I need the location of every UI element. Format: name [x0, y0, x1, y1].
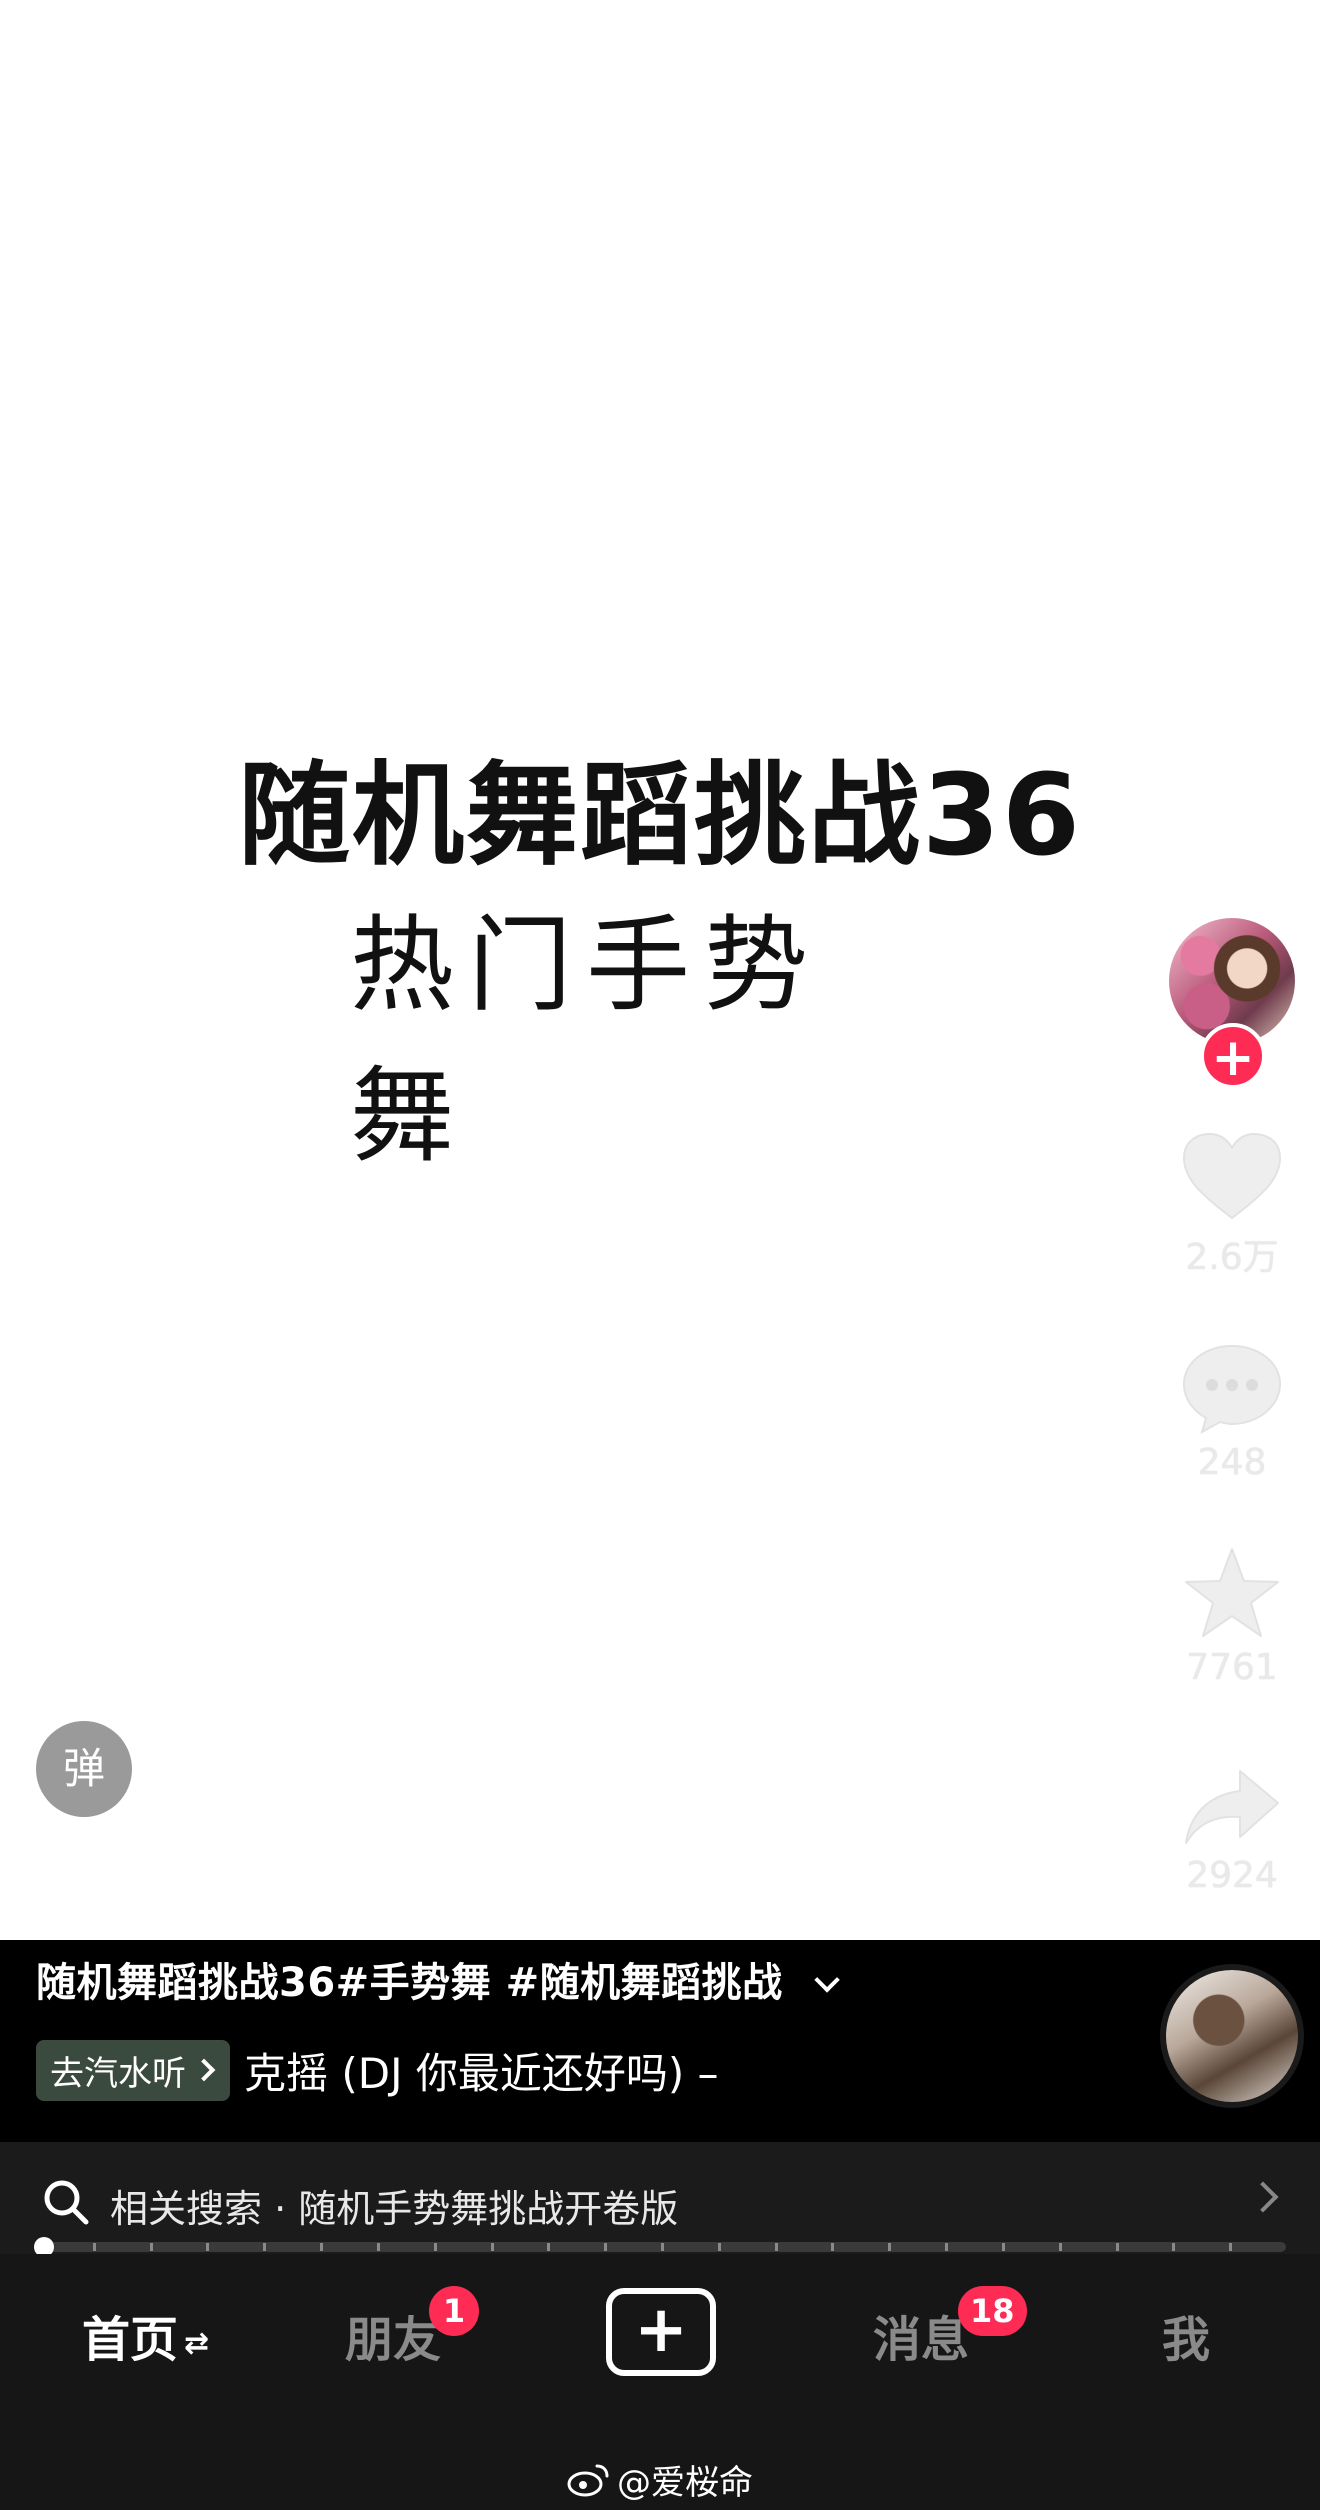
- danmaku-toggle-button[interactable]: 弹: [36, 1721, 132, 1817]
- progress-segment-tick: [774, 2243, 778, 2251]
- related-search-text[interactable]: 相关搜索 · 随机手势舞挑战开卷版: [110, 2178, 678, 2233]
- friends-badge: 1: [429, 2286, 479, 2336]
- progress-segment-tick: [1172, 2243, 1176, 2251]
- music-title[interactable]: 克摇 (DJ 你最近还好吗) –: [244, 2040, 719, 2101]
- video-caption[interactable]: 随机舞蹈挑战36#手势舞 #随机舞蹈挑战: [36, 1950, 840, 2008]
- progress-segment-tick: [717, 2243, 721, 2251]
- progress-segment-tick: [1001, 2243, 1005, 2251]
- progress-segment-tick: [661, 2243, 664, 2251]
- comment-count: 248: [1197, 1442, 1267, 1483]
- swap-icon: ⇄: [184, 2325, 210, 2361]
- comment-icon: [1182, 1344, 1282, 1435]
- tab-me-label: 我: [1162, 2312, 1211, 2368]
- listen-in-app-label: 去汽水听: [50, 2053, 186, 2094]
- like-count: 2.6万: [1185, 1237, 1279, 1278]
- heart-icon: [1182, 1132, 1282, 1220]
- progress-segment-tick: [376, 2243, 380, 2251]
- progress-segment-tick: [320, 2243, 324, 2251]
- tab-messages[interactable]: 消息: [873, 2300, 969, 2370]
- progress-segment-tick: [604, 2243, 608, 2251]
- progress-segment-tick: [263, 2243, 267, 2251]
- progress-segment-tick: [490, 2243, 494, 2251]
- share-icon: [1185, 1770, 1279, 1844]
- progress-segment-tick: [206, 2243, 210, 2251]
- video-player[interactable]: 随机舞蹈挑战36 热门手势舞: [0, 0, 1320, 1940]
- video-subtitle-text: 热门手势舞: [350, 904, 823, 1177]
- video-progress-bar[interactable]: [34, 2237, 1286, 2257]
- video-title-text: 随机舞蹈挑战36: [238, 751, 1082, 881]
- create-post-button[interactable]: +: [606, 2288, 716, 2376]
- search-icon: [44, 2180, 89, 2225]
- favorite-action[interactable]: 7761: [1168, 1545, 1296, 1688]
- chevron-right-icon: [192, 2058, 216, 2082]
- tab-me[interactable]: 我: [1162, 2300, 1210, 2370]
- progress-segment-tick: [92, 2243, 96, 2251]
- watermark: @爱桜命: [0, 2455, 1320, 2504]
- progress-segment-tick: [888, 2243, 892, 2251]
- watermark-text: @爱桜命: [617, 2463, 753, 2503]
- tab-home-label: 首页: [82, 2312, 179, 2368]
- share-action[interactable]: 2924: [1168, 1765, 1296, 1896]
- comment-action[interactable]: 248: [1168, 1340, 1296, 1483]
- like-action[interactable]: 2.6万: [1168, 1130, 1296, 1280]
- progress-segment-tick: [1229, 2243, 1233, 2251]
- favorite-count: 7761: [1186, 1647, 1278, 1688]
- progress-segment-tick: [1115, 2243, 1119, 2251]
- progress-segment-tick: [433, 2243, 437, 2251]
- star-icon: [1185, 1548, 1279, 1637]
- messages-badge: 18: [958, 2286, 1027, 2336]
- follow-button[interactable]: +: [1200, 1023, 1266, 1089]
- share-count: 2924: [1186, 1855, 1278, 1896]
- tab-home[interactable]: 首页 ⇄: [82, 2300, 209, 2370]
- progress-segment-tick: [831, 2243, 835, 2251]
- caption-text: 随机舞蹈挑战36#手势舞 #随机舞蹈挑战: [36, 1960, 783, 2006]
- progress-segment-tick: [149, 2243, 153, 2251]
- weibo-icon: [567, 2464, 609, 2496]
- tab-messages-label: 消息: [873, 2312, 970, 2368]
- tab-friends-label: 朋友: [345, 2312, 442, 2368]
- progress-segment-tick: [1058, 2243, 1062, 2251]
- music-row: 去汽水听 克摇 (DJ 你最近还好吗) –: [36, 2039, 719, 2101]
- music-disc-avatar[interactable]: [1166, 1970, 1298, 2102]
- progress-segment-tick: [945, 2243, 949, 2251]
- listen-in-app-button[interactable]: 去汽水听: [36, 2039, 230, 2101]
- tab-friends[interactable]: 朋友: [345, 2300, 441, 2370]
- progress-segment-tick: [547, 2243, 551, 2251]
